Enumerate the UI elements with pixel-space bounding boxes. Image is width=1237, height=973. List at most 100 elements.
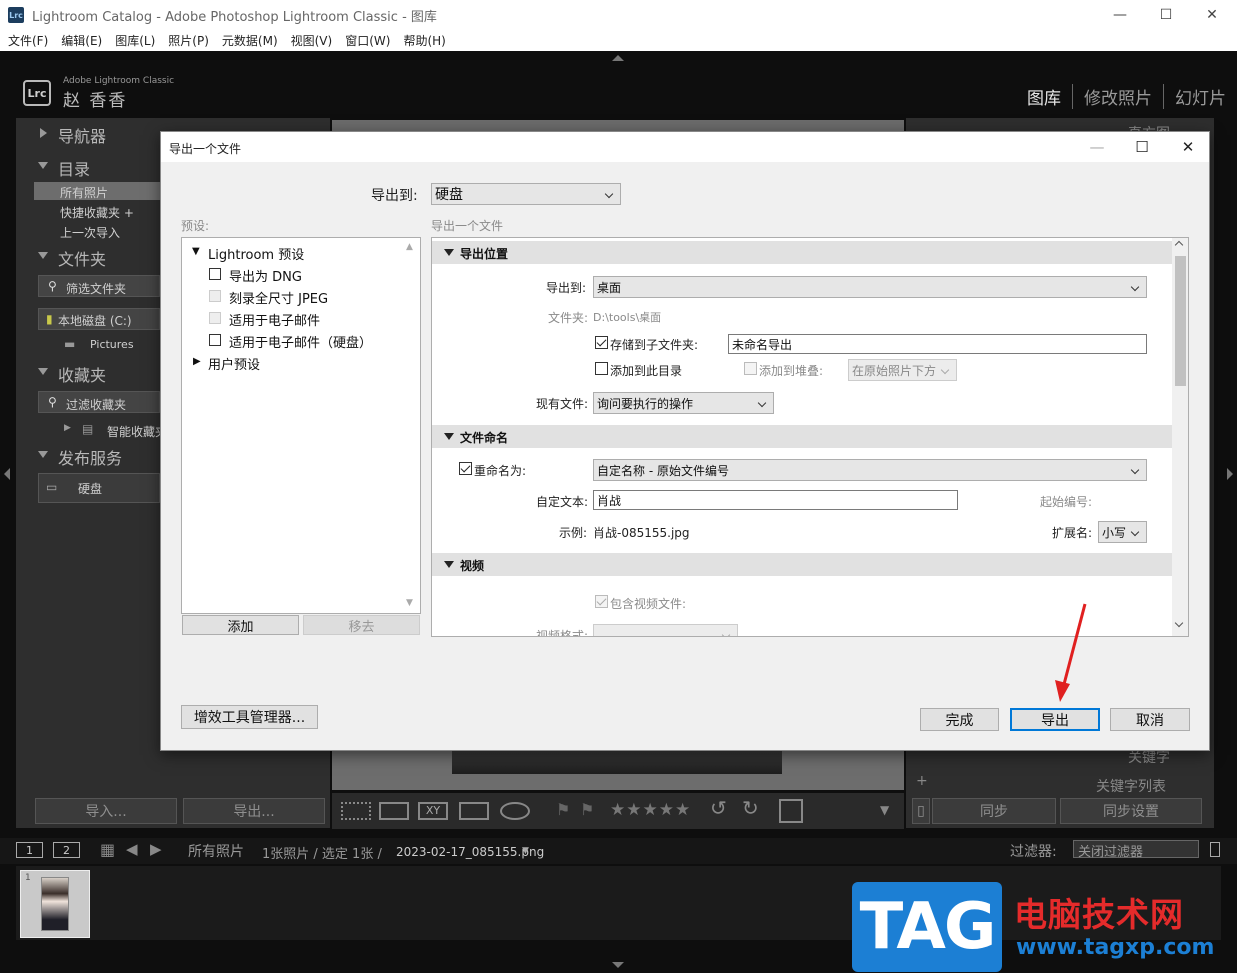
location-export-to-select[interactable]: 桌面 [593,276,1147,298]
menu-photo[interactable]: 照片(P) [168,32,209,49]
star-rating-icon[interactable]: ★★★★★ [610,800,691,820]
rename-template-select[interactable]: 自定名称 - 原始文件编号 [593,459,1147,481]
forward-arrow-icon[interactable]: ▶ [150,840,162,858]
preset-checkbox[interactable] [209,334,221,346]
dialog-maximize-button[interactable]: ☐ [1119,132,1165,162]
compare-view-icon[interactable]: XY [418,802,448,820]
collapse-icon[interactable] [444,561,454,568]
folder-pictures[interactable]: Pictures [90,338,134,351]
navigator-header[interactable]: 导航器 [58,123,106,147]
cancel-button[interactable]: 取消 [1110,708,1190,731]
catalog-collapse-icon[interactable] [38,162,48,169]
import-button[interactable]: 导入... [35,798,177,824]
preset-item-dng[interactable]: 导出为 DNG [229,266,302,285]
right-panel-toggle-icon[interactable] [1227,468,1233,480]
preset-checkbox[interactable] [209,268,221,280]
catalog-header[interactable]: 目录 [58,156,90,180]
smart-collections-label[interactable]: 智能收藏夹 [107,423,167,440]
expand-right-icon[interactable]: ▶ [193,356,201,367]
dialog-close-button[interactable]: ✕ [1165,132,1211,162]
subfolder-checkbox[interactable] [595,336,608,349]
people-view-icon[interactable] [500,802,530,820]
catalog-item-quick-collection[interactable]: 快捷收藏夹 + [60,204,134,221]
sync-toggle-icon[interactable]: ▯ [912,798,930,824]
navigator-expand-icon[interactable] [40,128,47,138]
scroll-down-icon[interactable]: ▼ [406,598,413,608]
rename-checkbox[interactable] [459,462,472,475]
bottom-panel-toggle-icon[interactable] [612,962,624,968]
filmstrip-thumbnail[interactable]: 1 [20,870,90,938]
preset-item-email-disk[interactable]: 适用于电子邮件（硬盘） [229,332,372,351]
custom-text-input[interactable]: 肖战 [593,490,958,510]
section-export-location[interactable]: 导出位置 [432,241,1172,264]
preset-group-lightroom[interactable]: Lightroom 预设 [208,244,304,263]
menu-metadata[interactable]: 元数据(M) [222,32,278,49]
add-to-catalog-checkbox[interactable] [595,362,608,375]
preset-group-user[interactable]: 用户预设 [208,354,260,373]
back-arrow-icon[interactable]: ◀ [126,840,138,858]
folders-header[interactable]: 文件夹 [58,246,106,270]
scroll-up-icon[interactable] [1174,240,1184,250]
sync-button[interactable]: 同步 [932,798,1056,824]
rotate-right-icon[interactable]: ↻ [742,796,759,820]
export-button[interactable]: 导出... [183,798,325,824]
module-library[interactable]: 图库 [1016,84,1072,109]
module-develop[interactable]: 修改照片 [1072,84,1163,109]
toolbar-menu-chevron-icon[interactable]: ▼ [880,803,889,817]
source-label[interactable]: 所有照片 [188,841,244,861]
maximize-button[interactable]: ☐ [1143,0,1189,30]
reject-flag-icon[interactable]: ⚑ [580,800,594,819]
flag-icon[interactable]: ⚑ [556,800,570,819]
collapse-icon[interactable] [444,433,454,440]
add-keyword-icon[interactable]: + [916,773,928,789]
menu-view[interactable]: 视图(V) [291,32,333,49]
section-video[interactable]: 视频 [432,553,1172,576]
top-panel-toggle-icon[interactable] [612,55,624,61]
chevron-down-icon[interactable]: ▼ [522,846,529,856]
crop-icon[interactable] [779,799,803,823]
scroll-down-icon[interactable] [1174,618,1184,628]
expand-icon[interactable]: ▶ [64,423,71,433]
existing-files-select[interactable]: 询问要执行的操作 [593,392,774,414]
module-slideshow[interactable]: 幻灯片 [1163,84,1237,109]
menu-file[interactable]: 文件(F) [8,32,48,49]
secondary-window-button[interactable]: 2 [53,842,80,858]
scrollbar-thumb[interactable] [1175,256,1186,386]
expand-down-icon[interactable]: ▼ [192,246,200,257]
collections-collapse-icon[interactable] [38,368,48,375]
extension-case-select[interactable]: 小写 [1098,521,1147,543]
menu-help[interactable]: 帮助(H) [403,32,445,49]
survey-view-icon[interactable] [459,802,489,820]
add-preset-button[interactable]: 添加 [182,615,299,635]
catalog-item-all-photos[interactable]: 所有照片 [60,184,108,201]
primary-window-button[interactable]: 1 [16,842,43,858]
publish-collapse-icon[interactable] [38,451,48,458]
keyword-list-header[interactable]: 关键字列表 [1096,776,1166,796]
loupe-view-icon[interactable] [379,802,409,820]
settings-scrollbar[interactable] [1172,238,1188,636]
preset-item-full-jpeg[interactable]: 刻录全尺寸 JPEG [229,288,328,307]
sync-settings-button[interactable]: 同步设置 [1060,798,1202,824]
publish-services-header[interactable]: 发布服务 [58,445,122,469]
subfolder-name-input[interactable]: 未命名导出 [728,334,1147,354]
section-file-naming[interactable]: 文件命名 [432,425,1172,448]
export-to-select[interactable]: 硬盘 [431,183,621,205]
collapse-icon[interactable] [444,249,454,256]
filter-lock-icon[interactable] [1210,842,1220,857]
catalog-item-previous-import[interactable]: 上一次导入 [60,224,120,241]
rotate-left-icon[interactable]: ↺ [710,796,727,820]
left-panel-toggle-icon[interactable] [4,468,10,480]
plugin-manager-button[interactable]: 增效工具管理器... [181,705,318,729]
minimize-button[interactable]: — [1097,0,1143,30]
menu-window[interactable]: 窗口(W) [345,32,390,49]
folders-collapse-icon[interactable] [38,252,48,259]
menu-library[interactable]: 图库(L) [115,32,155,49]
preset-item-email[interactable]: 适用于电子邮件 [229,310,320,329]
grid-view-icon[interactable] [341,802,371,820]
scroll-up-icon[interactable]: ▲ [406,242,413,252]
close-button[interactable]: ✕ [1189,0,1235,30]
grid-icon[interactable]: ▦ [100,840,115,859]
dialog-export-button[interactable]: 导出 [1010,708,1100,731]
menu-edit[interactable]: 编辑(E) [61,32,102,49]
filter-select[interactable]: 关闭过滤器 [1073,840,1199,860]
